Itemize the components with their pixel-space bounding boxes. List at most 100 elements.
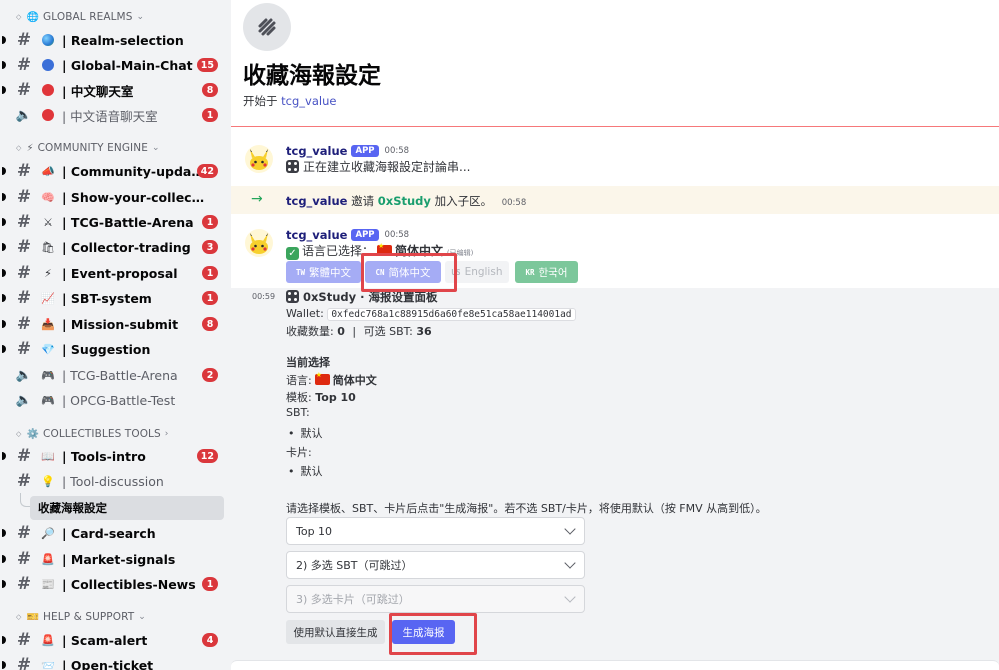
lang-button-simplified-chinese[interactable]: CN 简体中文 bbox=[365, 261, 441, 283]
china-flag-icon bbox=[314, 371, 330, 385]
lang-label: English bbox=[464, 266, 503, 278]
thread-lines-icon bbox=[258, 18, 276, 36]
template-select[interactable]: Top 10 bbox=[286, 517, 585, 545]
unread-indicator bbox=[2, 294, 6, 302]
channel-label: | Collector-trading bbox=[62, 239, 191, 255]
channel-chinese-chat[interactable]: # | 中文聊天室 8 bbox=[2, 78, 224, 102]
channel-market-signals[interactable]: # 🚨 | Market-signals bbox=[2, 547, 224, 571]
system-message-text: tcg_value 邀请 0xStudy 加入子区。 00:58 bbox=[286, 193, 526, 209]
sbt-multiselect[interactable]: 2) 多选 SBT（可跳过） bbox=[286, 551, 585, 579]
voice-channel-icon: 🔈 bbox=[15, 392, 33, 408]
unread-indicator bbox=[2, 452, 6, 460]
channel-event-proposal[interactable]: # ⚡ | Event-proposal 1 bbox=[2, 261, 224, 285]
channel-collectibles-news[interactable]: # 📰 | Collectibles-News 1 bbox=[2, 572, 224, 596]
channel-sbt-system[interactable]: # 📈 | SBT-system 1 bbox=[2, 286, 224, 310]
thread-view: 收藏海報設定 开始于 tcg_value tcg_value APP 00:58 bbox=[231, 0, 999, 670]
invite-suffix: 加入子区。 bbox=[434, 194, 493, 208]
bot-avatar[interactable] bbox=[245, 145, 273, 173]
channel-label: | Scam-alert bbox=[62, 632, 148, 648]
text-channel-icon: # bbox=[16, 288, 32, 308]
channel-label: | TCG-Battle-Arena bbox=[62, 367, 178, 383]
red-circle-icon bbox=[40, 82, 56, 98]
generate-poster-button[interactable]: 生成海报 bbox=[392, 620, 455, 644]
channel-tools-intro[interactable]: # 📖 | Tools-intro 12 bbox=[2, 444, 224, 468]
channel-chinese-voice[interactable]: 🔈 | 中文语音聊天室 1 bbox=[8, 103, 224, 127]
unread-indicator bbox=[2, 269, 6, 277]
red-circle-icon bbox=[40, 107, 56, 123]
lang-button-korean[interactable]: KR 한국어 bbox=[515, 261, 578, 283]
category-collectibles-tools[interactable]: ◇ ⚙️ COLLECTIBLES TOOLS › bbox=[16, 425, 168, 443]
mention-badge: 1 bbox=[202, 577, 218, 591]
app-tag: APP bbox=[351, 229, 379, 241]
channel-tcg-battle-arena-voice[interactable]: 🔈 🎮 | TCG-Battle-Arena 2 bbox=[8, 363, 224, 387]
lang-button-english[interactable]: US English bbox=[445, 261, 509, 283]
mention-badge: 1 bbox=[202, 266, 218, 280]
sbt-list-item: 默认 bbox=[286, 425, 323, 441]
thread-poster-settings[interactable]: 收藏海報設定 bbox=[30, 496, 224, 520]
category-help-support[interactable]: ◇ 🎫 HELP & SUPPORT ⌄ bbox=[16, 608, 146, 626]
channel-label: | SBT-system bbox=[62, 290, 152, 306]
text-channel-icon: # bbox=[16, 237, 32, 257]
category-community-engine[interactable]: ◇ ⚡ COMMUNITY ENGINE ⌄ bbox=[16, 139, 160, 157]
channel-label: | 中文聊天室 bbox=[62, 83, 134, 99]
selected-language: 简体中文 bbox=[395, 244, 444, 258]
cards-multiselect[interactable]: 3) 多选卡片（可跳过） bbox=[286, 585, 585, 613]
thread-label: 收藏海報設定 bbox=[38, 501, 107, 515]
template-value: Top 10 bbox=[315, 391, 356, 404]
channel-global-main-chat[interactable]: # | Global-Main-Chat 15 bbox=[2, 53, 224, 77]
category-global-realms[interactable]: ◇ 🌐 GLOBAL REALMS ⌄ bbox=[16, 8, 144, 26]
channel-collector-trading[interactable]: # 🛍 | Collector-trading 3 bbox=[2, 235, 224, 259]
wallet-label: Wallet: bbox=[286, 307, 324, 320]
author-name[interactable]: tcg_value bbox=[286, 228, 347, 242]
lang-code: US bbox=[451, 267, 461, 277]
author-name[interactable]: tcg_value bbox=[286, 144, 347, 158]
lang-button-traditional-chinese[interactable]: TW 繁體中文 bbox=[286, 261, 361, 283]
channel-opcg-battle-test[interactable]: 🔈 🎮 | OPCG-Battle-Test bbox=[8, 388, 224, 412]
channel-tcg-battle-arena[interactable]: # ⚔ | TCG-Battle-Arena 1 bbox=[2, 210, 224, 234]
bot-avatar[interactable] bbox=[245, 229, 273, 257]
channel-community-updates[interactable]: # 📣 | Community-updates 42 bbox=[2, 159, 224, 183]
channel-show-your-collectibles[interactable]: # 🧠 | Show-your-collectibles bbox=[2, 185, 224, 209]
invitee-name[interactable]: 0xStudy bbox=[378, 194, 431, 208]
lightning-icon: ⚡ bbox=[44, 266, 52, 280]
channel-label: | Market-signals bbox=[62, 551, 176, 567]
siren-icon: 🚨 bbox=[41, 633, 55, 647]
category-caret-icon: ◇ bbox=[16, 13, 22, 21]
selected-language-line: 语言: 简体中文 bbox=[286, 371, 377, 388]
channel-suggestion[interactable]: # 💎 | Suggestion bbox=[2, 337, 224, 361]
unread-indicator bbox=[2, 580, 6, 588]
unread-indicator bbox=[2, 345, 6, 353]
channel-label: | Community-updates bbox=[62, 163, 208, 179]
lang-code: KR bbox=[525, 267, 535, 277]
text-channel-icon: # bbox=[16, 574, 32, 594]
channel-card-search[interactable]: # 🔎 | Card-search bbox=[2, 521, 224, 545]
crossed-swords-icon: ⚔ bbox=[43, 215, 53, 229]
system-timestamp: 00:58 bbox=[501, 198, 527, 208]
text-channel-icon: # bbox=[16, 55, 32, 75]
text-channel-icon: # bbox=[16, 655, 32, 670]
channel-label: | Open-ticket bbox=[62, 657, 154, 670]
lang-code: CN bbox=[375, 267, 385, 277]
channel-label: | OPCG-Battle-Test bbox=[62, 392, 176, 408]
inviter-name[interactable]: tcg_value bbox=[286, 194, 347, 208]
newspaper-icon: 📰 bbox=[41, 577, 55, 591]
panel-title: 0xStudy · 海报设置面板 bbox=[286, 289, 438, 305]
generate-default-button[interactable]: 使用默认直接生成 bbox=[286, 620, 385, 644]
channel-mission-submit[interactable]: # 📥 | Mission-submit 8 bbox=[2, 312, 224, 336]
channel-scam-alert[interactable]: # 🚨 | Scam-alert 4 bbox=[2, 628, 224, 652]
channel-realm-selection[interactable]: # | Realm-selection bbox=[2, 28, 224, 52]
mention-badge: 4 bbox=[202, 633, 218, 647]
card-list-item: 默认 bbox=[286, 463, 323, 479]
starter-mention[interactable]: tcg_value bbox=[281, 94, 336, 108]
unread-indicator bbox=[2, 661, 6, 669]
template-label: 模板: bbox=[286, 391, 312, 404]
category-caret-icon: ◇ bbox=[16, 430, 22, 438]
chevron-down-icon: ⌄ bbox=[138, 612, 146, 622]
collection-count: 0 bbox=[337, 325, 345, 338]
thread-icon bbox=[243, 3, 291, 51]
sbt-count: 36 bbox=[416, 325, 432, 338]
channel-tool-discussion[interactable]: # 💡 | Tool-discussion bbox=[8, 469, 224, 493]
text-channel-icon: # bbox=[16, 212, 32, 232]
channel-open-ticket[interactable]: # 📨 | Open-ticket bbox=[2, 653, 224, 670]
unread-indicator bbox=[2, 529, 6, 537]
